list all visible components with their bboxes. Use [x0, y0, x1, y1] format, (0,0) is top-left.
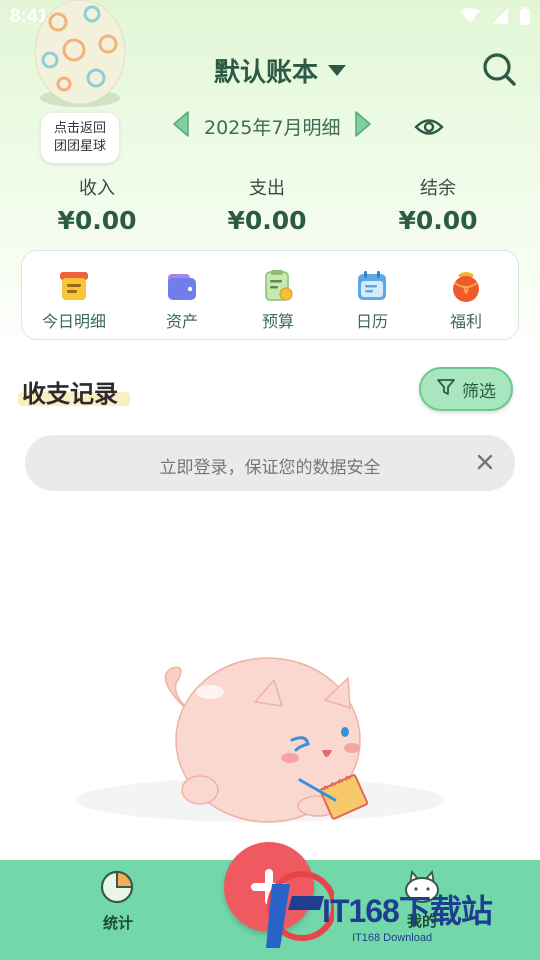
- month-label[interactable]: 2025年7月明细: [204, 113, 340, 140]
- battery-icon: [520, 7, 530, 29]
- filter-icon: [436, 377, 456, 402]
- tab-stats-label: 统计: [102, 914, 133, 932]
- balance-summary: 结余 ¥0.00: [363, 174, 513, 235]
- quick-actions-card: 今日明细 资产 预算 日历 ¥ 福利: [21, 250, 519, 340]
- caret-down-icon: [328, 65, 347, 76]
- return-planet-button[interactable]: 点击返回 团团星球: [41, 113, 119, 163]
- quick-calendar-label: 日历: [355, 312, 388, 331]
- quick-budget-label: 预算: [261, 312, 294, 331]
- quick-today-detail[interactable]: 今日明细: [27, 269, 121, 332]
- close-icon[interactable]: [475, 452, 495, 472]
- budget-icon: [261, 269, 295, 303]
- red-packet-icon: ¥: [449, 269, 483, 303]
- balance-label: 结余: [420, 178, 456, 199]
- eye-icon[interactable]: [414, 114, 444, 140]
- quick-assets[interactable]: 资产: [135, 269, 229, 332]
- quick-welfare-label: 福利: [449, 312, 482, 331]
- cat-mascot-illustration: [60, 640, 480, 840]
- quick-today-detail-label: 今日明细: [41, 312, 106, 331]
- svg-text:¥: ¥: [463, 286, 469, 297]
- watermark-logo: IT168下载站 IT168 Download: [262, 862, 532, 954]
- calendar-icon: [355, 269, 389, 303]
- expense-summary: 支出 ¥0.00: [192, 174, 342, 235]
- search-icon[interactable]: [480, 50, 518, 88]
- book-selector[interactable]: 默认账本: [214, 52, 347, 89]
- planet-label-line2: 团团星球: [53, 139, 106, 154]
- income-value: ¥0.00: [57, 206, 137, 235]
- income-summary: 收入 ¥0.00: [22, 174, 172, 235]
- quick-budget[interactable]: 预算: [231, 269, 325, 332]
- expense-value: ¥0.00: [227, 206, 307, 235]
- watermark-main-text: IT168下载站: [322, 893, 493, 929]
- today-detail-icon: [57, 269, 91, 303]
- tab-stats[interactable]: 统计: [88, 868, 148, 933]
- wallet-icon: [165, 269, 199, 303]
- filter-label: 筛选: [462, 381, 496, 402]
- signal-icon: [492, 8, 508, 28]
- filter-button[interactable]: 筛选: [419, 367, 513, 411]
- income-label: 收入: [79, 178, 115, 199]
- watermark-sub-text: IT168 Download: [352, 932, 433, 944]
- summary-row: 收入 ¥0.00 支出 ¥0.00 结余 ¥0.00: [0, 174, 540, 244]
- prev-month-icon[interactable]: [170, 110, 192, 142]
- month-switcher: 2025年7月明细: [170, 110, 374, 142]
- pie-chart-icon: [99, 870, 137, 908]
- quick-calendar[interactable]: 日历: [325, 269, 419, 332]
- login-banner-text: 立即登录，保证您的数据安全: [159, 458, 381, 478]
- balance-value: ¥0.00: [398, 206, 478, 235]
- planet-egg-icon[interactable]: [30, 0, 130, 112]
- book-title: 默认账本: [214, 58, 319, 88]
- wifi-icon: [460, 8, 480, 28]
- records-title: 收支记录: [22, 380, 118, 408]
- expense-label: 支出: [249, 178, 285, 199]
- quick-assets-label: 资产: [165, 312, 198, 331]
- next-month-icon[interactable]: [352, 110, 374, 142]
- quick-welfare[interactable]: ¥ 福利: [419, 269, 513, 332]
- login-banner[interactable]: 立即登录，保证您的数据安全: [25, 435, 515, 491]
- planet-label-line1: 点击返回: [53, 121, 106, 136]
